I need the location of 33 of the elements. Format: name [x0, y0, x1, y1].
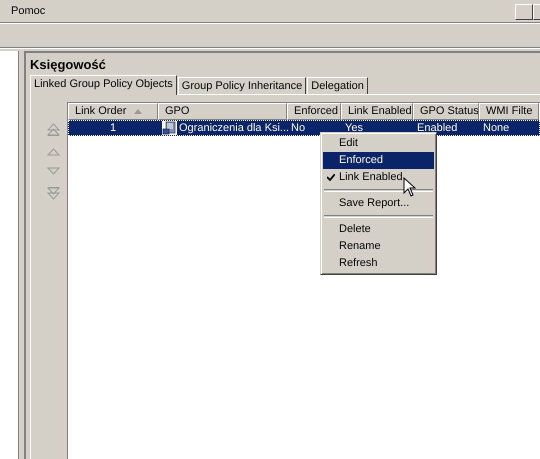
column-header[interactable]: Enforced: [287, 103, 341, 120]
column-header[interactable]: WMI Filte: [479, 103, 539, 120]
column-header[interactable]: GPO Status: [413, 103, 479, 120]
menu-item[interactable]: Rename: [323, 238, 434, 255]
tab[interactable]: Delegation: [307, 77, 368, 94]
menu-item[interactable]: Save Report...: [323, 195, 434, 212]
table-cell-text: No: [291, 121, 306, 136]
move-bottom-icon[interactable]: [46, 187, 60, 201]
table-cell-text: Ograniczenia dla Ksi...: [179, 121, 290, 136]
menu-item[interactable]: Refresh: [323, 255, 434, 272]
table-cell-text: 1: [110, 121, 116, 136]
menu-item[interactable]: Enforced: [323, 152, 434, 169]
menu-item[interactable]: Pomoc: [8, 5, 48, 17]
move-down-icon[interactable]: [46, 167, 60, 176]
minimize-button[interactable]: [515, 4, 533, 20]
table-cell-text: Enabled: [417, 121, 458, 136]
move-top-icon[interactable]: [46, 122, 60, 136]
tab[interactable]: Linked Group Policy Objects: [30, 75, 177, 95]
menu-item[interactable]: Delete: [323, 221, 434, 238]
menu-item[interactable]: Edit: [323, 135, 434, 152]
column-header[interactable]: GPO: [158, 103, 287, 120]
sort-icon: [134, 109, 142, 114]
table-cell-text: None: [483, 121, 510, 136]
policy-icon: [162, 121, 177, 135]
move-up-icon[interactable]: [46, 147, 60, 156]
mouse-pointer-icon: [403, 177, 416, 197]
table-cell-text: Yes: [345, 121, 363, 136]
menu-item[interactable]: Link Enabled: [323, 169, 434, 186]
table-row[interactable]: 1 Ograniczenia dla Ksi... No Yes Enabled None: [68, 120, 540, 136]
column-header[interactable]: Link Order: [68, 103, 158, 120]
tab[interactable]: Group Policy Inheritance: [178, 77, 306, 94]
panel-title: Księgowość: [30, 57, 107, 74]
column-header[interactable]: Link Enabled: [341, 103, 413, 120]
